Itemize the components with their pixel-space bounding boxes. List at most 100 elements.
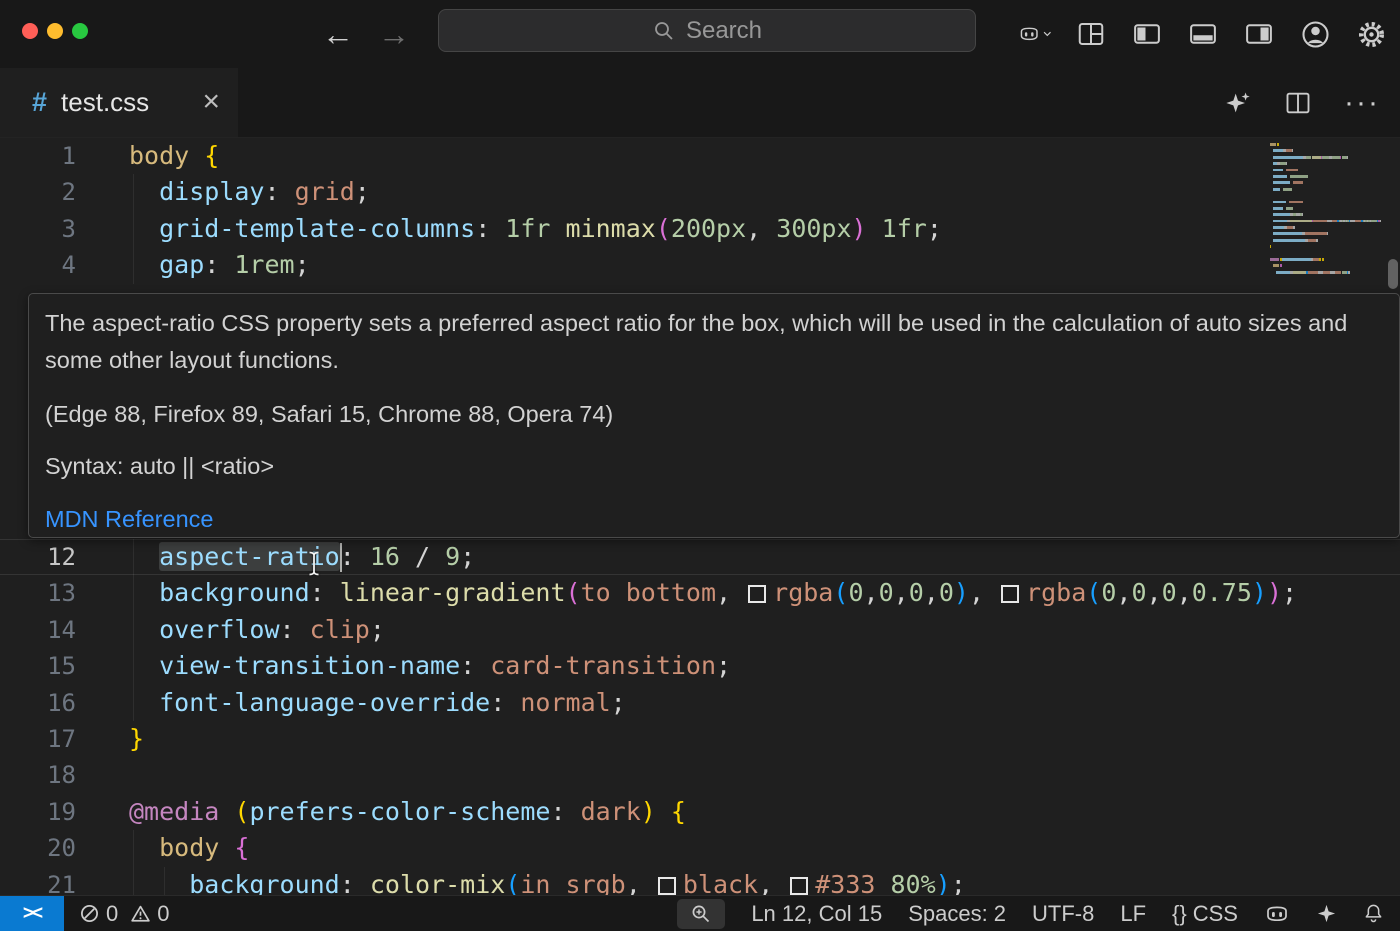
forward-button[interactable]: → bbox=[378, 16, 410, 53]
chevron-down-icon bbox=[1043, 29, 1052, 39]
editor[interactable]: 1body {2 display: grid;3 grid-template-c… bbox=[0, 137, 1400, 895]
text-caret bbox=[340, 543, 342, 572]
panel-left-icon bbox=[1132, 19, 1162, 49]
titlebar: ← → Search bbox=[0, 0, 1400, 68]
copilot-icon bbox=[1264, 904, 1290, 924]
color-decorator-swatch[interactable] bbox=[748, 585, 766, 603]
code-line-2[interactable]: 2 display: grid; bbox=[0, 174, 1400, 210]
warning-count: 0 bbox=[157, 901, 169, 927]
line-number: 3 bbox=[0, 211, 76, 247]
scrollbar-thumb[interactable] bbox=[1388, 259, 1398, 289]
tooltip-description: The aspect-ratio CSS property sets a pre… bbox=[45, 305, 1375, 379]
code-line-21[interactable]: 21 background: color-mix(in srgb, black,… bbox=[0, 867, 1400, 895]
color-decorator-swatch[interactable] bbox=[790, 877, 808, 895]
statusbar: >< 0 0 Ln 12, Col 15 Spaces: 2 UTF-8 LF … bbox=[0, 895, 1400, 931]
problems-indicator[interactable]: 0 0 bbox=[80, 901, 176, 927]
code-line-15[interactable]: 15 view-transition-name: card-transition… bbox=[0, 648, 1400, 684]
remote-indicator[interactable]: >< bbox=[0, 896, 64, 931]
code-line-13[interactable]: 13 background: linear-gradient(to bottom… bbox=[0, 575, 1400, 611]
bell-icon bbox=[1363, 903, 1384, 924]
back-button[interactable]: ← bbox=[322, 16, 354, 53]
line-number: 4 bbox=[0, 247, 76, 283]
account-button[interactable] bbox=[1298, 17, 1332, 51]
code-line-20[interactable]: 20 body { bbox=[0, 830, 1400, 866]
language-label: CSS bbox=[1193, 901, 1238, 927]
tab-test-css[interactable]: # test.css × bbox=[0, 68, 238, 137]
color-decorator-swatch[interactable] bbox=[1001, 585, 1019, 603]
layout-grid-icon bbox=[1076, 19, 1106, 49]
cursor-position-status[interactable]: Ln 12, Col 15 bbox=[751, 901, 882, 927]
close-tab-icon[interactable]: × bbox=[202, 85, 220, 119]
color-decorator-swatch[interactable] bbox=[658, 877, 676, 895]
toggle-primary-sidebar-button[interactable] bbox=[1130, 17, 1164, 51]
warning-icon bbox=[131, 904, 150, 923]
close-window-button[interactable] bbox=[22, 23, 38, 39]
encoding-status[interactable]: UTF-8 bbox=[1032, 901, 1094, 927]
copilot-status-button[interactable] bbox=[1264, 904, 1290, 924]
tabstrip: # test.css × ··· bbox=[0, 68, 1400, 137]
line-number: 14 bbox=[0, 612, 76, 648]
code-line-18[interactable]: 18 bbox=[0, 757, 1400, 793]
search-placeholder: Search bbox=[686, 17, 762, 45]
more-actions-button[interactable]: ··· bbox=[1344, 86, 1380, 120]
indentation-status[interactable]: Spaces: 2 bbox=[908, 901, 1006, 927]
line-number: 15 bbox=[0, 648, 76, 684]
error-icon bbox=[80, 904, 99, 923]
mdn-reference-link[interactable]: MDN Reference bbox=[45, 501, 213, 538]
panel-bottom-icon bbox=[1188, 19, 1218, 49]
editor-actions: ··· bbox=[1224, 68, 1380, 137]
line-number: 17 bbox=[0, 721, 76, 757]
eol-status[interactable]: LF bbox=[1120, 901, 1146, 927]
line-number: 2 bbox=[0, 174, 76, 210]
command-center-search[interactable]: Search bbox=[438, 9, 976, 52]
customize-layout-button[interactable] bbox=[1074, 17, 1108, 51]
code-line-4[interactable]: 4 gap: 1rem; bbox=[0, 247, 1400, 283]
minimize-window-button[interactable] bbox=[47, 23, 63, 39]
notifications-button[interactable] bbox=[1363, 903, 1384, 924]
line-number: 19 bbox=[0, 794, 76, 830]
error-count: 0 bbox=[106, 901, 118, 927]
code-line-16[interactable]: 16 font-language-override: normal; bbox=[0, 685, 1400, 721]
ai-sparkle-status-button[interactable] bbox=[1316, 903, 1337, 924]
code-line-14[interactable]: 14 overflow: clip; bbox=[0, 612, 1400, 648]
tab-title: test.css bbox=[61, 87, 149, 118]
css-file-icon: # bbox=[32, 87, 47, 118]
zoom-status-button[interactable] bbox=[677, 899, 725, 929]
line-number: 12 bbox=[0, 539, 76, 575]
hover-tooltip: The aspect-ratio CSS property sets a pre… bbox=[28, 293, 1400, 538]
line-number: 21 bbox=[0, 867, 76, 895]
code-line-12[interactable]: 12 aspect-ratio: 16 / 9; bbox=[0, 539, 1400, 575]
zoom-in-icon bbox=[690, 903, 712, 925]
line-number: 1 bbox=[0, 138, 76, 174]
gear-icon bbox=[1356, 19, 1387, 50]
toggle-secondary-sidebar-button[interactable] bbox=[1242, 17, 1276, 51]
account-icon bbox=[1300, 19, 1331, 50]
sparkle-icon bbox=[1316, 903, 1337, 924]
code-line-17[interactable]: 17} bbox=[0, 721, 1400, 757]
history-nav: ← → bbox=[322, 0, 410, 68]
tooltip-browser-support: (Edge 88, Firefox 89, Safari 15, Chrome … bbox=[45, 396, 1375, 433]
braces-icon: {} bbox=[1172, 901, 1187, 927]
toggle-panel-button[interactable] bbox=[1186, 17, 1220, 51]
sparkle-icon bbox=[1224, 89, 1252, 117]
copilot-menu-button[interactable] bbox=[1018, 17, 1052, 51]
line-number: 13 bbox=[0, 575, 76, 611]
mouse-text-cursor bbox=[306, 550, 322, 582]
line-number: 20 bbox=[0, 830, 76, 866]
code-line-1[interactable]: 1body { bbox=[0, 138, 1400, 174]
tooltip-syntax: Syntax: auto || <ratio> bbox=[45, 448, 1375, 485]
split-editor-icon bbox=[1284, 89, 1312, 117]
language-mode-status[interactable]: {} CSS bbox=[1172, 901, 1238, 927]
copilot-icon bbox=[1018, 21, 1040, 47]
statusbar-right: Ln 12, Col 15 Spaces: 2 UTF-8 LF {} CSS bbox=[677, 899, 1400, 929]
titlebar-actions bbox=[1018, 0, 1388, 68]
code-line-19[interactable]: 19@media (prefers-color-scheme: dark) { bbox=[0, 794, 1400, 830]
minimap[interactable] bbox=[1270, 143, 1390, 277]
zoom-window-button[interactable] bbox=[72, 23, 88, 39]
split-editor-button[interactable] bbox=[1284, 89, 1312, 117]
line-number: 16 bbox=[0, 685, 76, 721]
settings-button[interactable] bbox=[1354, 17, 1388, 51]
code-line-3[interactable]: 3 grid-template-columns: 1fr minmax(200p… bbox=[0, 211, 1400, 247]
ai-sparkle-button[interactable] bbox=[1224, 89, 1252, 117]
line-number: 18 bbox=[0, 757, 76, 793]
